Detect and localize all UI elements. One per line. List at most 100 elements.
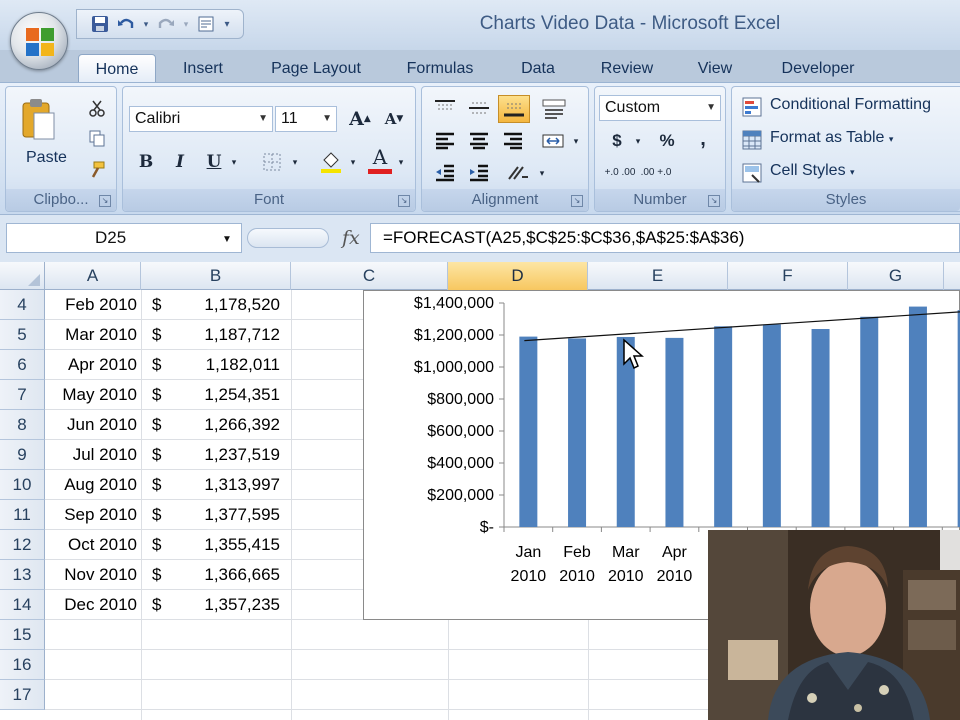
font-color-icon[interactable]: A [365, 145, 395, 175]
grow-font-button[interactable]: A ▲ [345, 105, 375, 133]
cell-amount[interactable]: 1,266,392 [150, 410, 280, 440]
row-header[interactable]: 16 [0, 650, 45, 680]
insert-function-icon[interactable]: fx [342, 227, 360, 249]
column-header-c[interactable]: C [291, 262, 448, 290]
underline-dropdown-icon[interactable]: ▾ [227, 149, 241, 175]
currency-dropdown-icon[interactable]: ▾ [631, 127, 645, 155]
cell-month[interactable]: Feb 2010 [45, 290, 137, 320]
cell-amount[interactable]: 1,366,665 [150, 560, 280, 590]
font-size-combo[interactable]: 11 ▼ [275, 106, 337, 132]
increase-decimal-button[interactable]: +.0 .00 [603, 159, 637, 187]
cell-amount[interactable]: 1,237,519 [150, 440, 280, 470]
decrease-indent-icon[interactable] [430, 159, 460, 187]
cell-month[interactable] [45, 650, 137, 680]
merge-center-icon[interactable] [536, 127, 570, 155]
tab-developer[interactable]: Developer [766, 54, 870, 83]
align-bottom-icon[interactable] [498, 95, 530, 123]
paste-icon[interactable] [18, 95, 60, 145]
tab-view[interactable]: View [684, 54, 746, 83]
row-header[interactable]: 6 [0, 350, 45, 380]
tab-home[interactable]: Home [78, 54, 156, 83]
tab-data[interactable]: Data [508, 54, 568, 83]
cell-amount[interactable]: 1,357,235 [150, 590, 280, 620]
format-painter-icon[interactable] [86, 159, 108, 181]
currency-button[interactable]: $ [603, 127, 631, 155]
conditional-formatting-button[interactable]: Conditional Formatting [770, 96, 931, 114]
column-header-a[interactable]: A [45, 262, 141, 290]
name-box-dropdown-icon[interactable]: ▼ [222, 234, 232, 245]
column-header-g[interactable]: G [848, 262, 944, 290]
tab-formulas[interactable]: Formulas [394, 54, 486, 83]
tab-review[interactable]: Review [588, 54, 666, 83]
cell-month[interactable] [45, 620, 137, 650]
format-as-table-button[interactable]: Format as Table ▾ [770, 129, 893, 147]
cell-month[interactable]: Dec 2010 [45, 590, 137, 620]
cell-amount[interactable]: 1,178,520 [150, 290, 280, 320]
decrease-decimal-button[interactable]: .00 +.0 [639, 159, 673, 187]
row-header[interactable]: 17 [0, 680, 45, 710]
shrink-font-button[interactable]: A ▼ [379, 105, 409, 133]
align-top-icon[interactable] [430, 95, 460, 121]
column-header-h[interactable] [944, 262, 960, 290]
cell-month[interactable] [45, 680, 137, 710]
font-launcher-icon[interactable]: ↘ [398, 195, 410, 207]
format-as-table-icon[interactable] [740, 128, 764, 152]
row-header[interactable]: 4 [0, 290, 45, 320]
cell-amount[interactable] [150, 620, 280, 650]
orientation-icon[interactable] [538, 95, 570, 123]
align-right-icon[interactable] [498, 127, 528, 155]
number-launcher-icon[interactable]: ↘ [708, 195, 720, 207]
cut-icon[interactable] [86, 97, 108, 119]
cell-month[interactable]: Apr 2010 [45, 350, 137, 380]
cell-month[interactable]: Jun 2010 [45, 410, 137, 440]
font-color-dropdown-icon[interactable]: ▾ [395, 149, 407, 175]
cell-month[interactable]: Nov 2010 [45, 560, 137, 590]
cell-amount[interactable]: 1,182,011 [150, 350, 280, 380]
cell-amount[interactable]: 1,187,712 [150, 320, 280, 350]
cell-styles-button[interactable]: Cell Styles ▾ [770, 162, 855, 180]
cell-amount[interactable]: 1,254,351 [150, 380, 280, 410]
percent-button[interactable]: % [653, 127, 681, 155]
align-middle-icon[interactable] [464, 95, 494, 121]
align-center-icon[interactable] [464, 127, 494, 155]
tab-insert[interactable]: Insert [168, 54, 238, 83]
cell-month[interactable]: Sep 2010 [45, 500, 137, 530]
wrap-dropdown-icon[interactable]: ▾ [536, 161, 548, 185]
align-left-icon[interactable] [430, 127, 460, 155]
cell-month[interactable]: Oct 2010 [45, 530, 137, 560]
cell-amount[interactable] [150, 650, 280, 680]
row-header[interactable]: 12 [0, 530, 45, 560]
comma-button[interactable]: , [689, 125, 717, 153]
row-header[interactable]: 14 [0, 590, 45, 620]
alignment-launcher-icon[interactable]: ↘ [571, 195, 583, 207]
clipboard-launcher-icon[interactable]: ↘ [99, 195, 111, 207]
paste-label[interactable]: Paste [26, 149, 67, 167]
underline-button[interactable]: U [201, 149, 227, 175]
row-header[interactable]: 7 [0, 380, 45, 410]
select-all-button[interactable] [0, 262, 45, 290]
borders-icon[interactable] [255, 149, 289, 175]
borders-dropdown-icon[interactable]: ▾ [289, 149, 301, 175]
row-header[interactable]: 5 [0, 320, 45, 350]
font-name-combo[interactable]: Calibri ▼ [129, 106, 273, 132]
row-header[interactable]: 10 [0, 470, 45, 500]
cell-amount[interactable] [150, 680, 280, 710]
row-header[interactable]: 9 [0, 440, 45, 470]
conditional-formatting-icon[interactable] [740, 95, 764, 119]
increase-indent-icon[interactable] [464, 159, 494, 187]
fill-color-dropdown-icon[interactable]: ▾ [347, 149, 359, 175]
cell-amount[interactable]: 1,377,595 [150, 500, 280, 530]
fill-color-icon[interactable] [315, 147, 347, 175]
cell-month[interactable]: Mar 2010 [45, 320, 137, 350]
number-format-combo[interactable]: Custom ▼ [599, 95, 721, 121]
cell-amount[interactable]: 1,313,997 [150, 470, 280, 500]
column-header-d[interactable]: D [448, 262, 588, 290]
cell-amount[interactable]: 1,355,415 [150, 530, 280, 560]
column-header-b[interactable]: B [141, 262, 291, 290]
cell-month[interactable]: Aug 2010 [45, 470, 137, 500]
wrap-text-icon[interactable] [502, 159, 536, 187]
column-header-e[interactable]: E [588, 262, 728, 290]
column-header-f[interactable]: F [728, 262, 848, 290]
tab-page-layout[interactable]: Page Layout [256, 54, 376, 83]
row-header[interactable]: 8 [0, 410, 45, 440]
